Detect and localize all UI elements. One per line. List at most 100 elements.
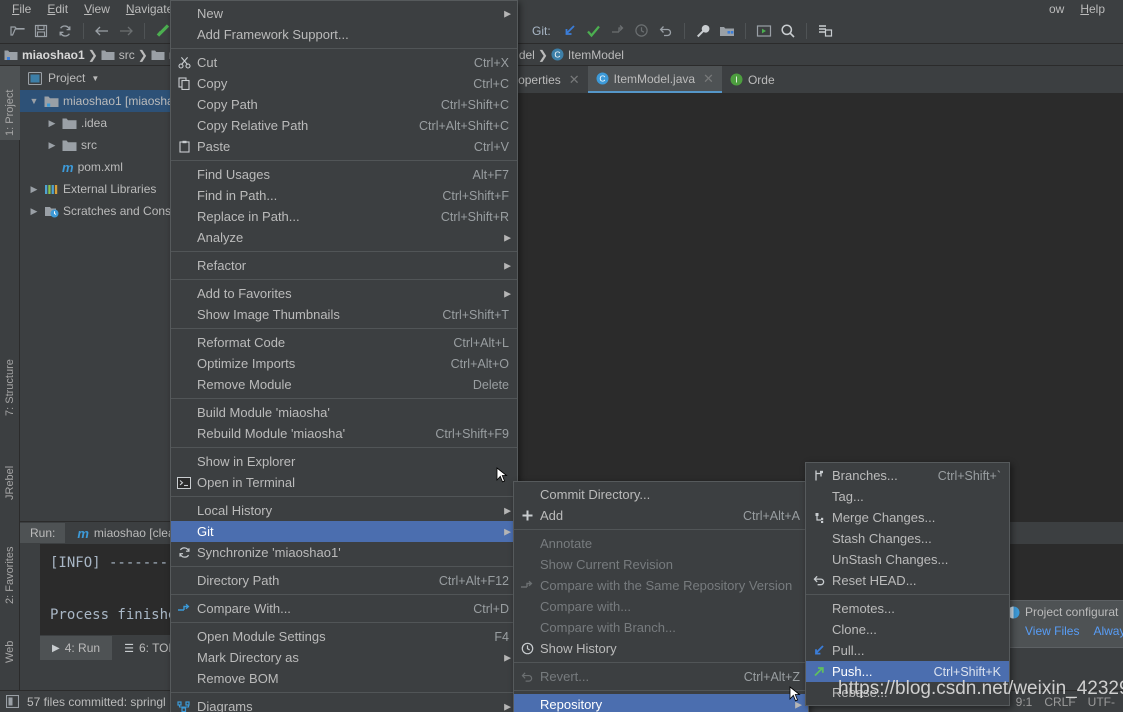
repo-menu-item-pull[interactable]: Pull... bbox=[806, 640, 1009, 661]
project-structure-icon[interactable] bbox=[716, 20, 738, 42]
menu-item-refactor[interactable]: Refactor ▶ bbox=[171, 255, 517, 276]
menu-item-directory-path[interactable]: Directory Path Ctrl+Alt+F12 bbox=[171, 570, 517, 591]
collapse-arrow-icon[interactable]: ▼ bbox=[28, 96, 40, 106]
repo-menu-item-merge-changes[interactable]: Merge Changes... bbox=[806, 507, 1009, 528]
menu-item-copy[interactable]: Copy Ctrl+C bbox=[171, 73, 517, 94]
save-icon[interactable] bbox=[30, 20, 52, 42]
breadcrumb-item-src[interactable]: src bbox=[101, 48, 135, 62]
menu-item-cut[interactable]: Cut Ctrl+X bbox=[171, 52, 517, 73]
wrench-icon[interactable] bbox=[692, 20, 714, 42]
menu-item-local-history[interactable]: Local History ▶ bbox=[171, 500, 517, 521]
menu-item-add-framework-support[interactable]: Add Framework Support... bbox=[171, 24, 517, 45]
menu-item-copy-relative-path[interactable]: Copy Relative Path Ctrl+Alt+Shift+C bbox=[171, 115, 517, 136]
menu-item-rebuild-module[interactable]: Rebuild Module 'miaosha' Ctrl+Shift+F9 bbox=[171, 423, 517, 444]
tree-node-label-2: src bbox=[81, 138, 97, 152]
menu-item-replace-in-path-shortcut: Ctrl+Shift+R bbox=[440, 209, 509, 224]
menu-item-synchronize[interactable]: Synchronize 'miaoshao1' bbox=[171, 542, 517, 563]
sidebar-item-jrebel[interactable]: JRebel bbox=[0, 438, 20, 504]
menu-item-compare-with[interactable]: Compare With... Ctrl+D bbox=[171, 598, 517, 619]
breadcrumb-right-label-0: del bbox=[518, 47, 535, 62]
breadcrumb-item-itemmodel[interactable]: C ItemModel bbox=[551, 48, 624, 62]
close-icon-3[interactable]: ✕ bbox=[569, 72, 580, 88]
menu-item-replace-in-path[interactable]: Replace in Path... Ctrl+Shift+R bbox=[171, 206, 517, 227]
git-menu-item-add[interactable]: Add Ctrl+Alt+A bbox=[514, 505, 808, 526]
repo-menu-item-branches[interactable]: Branches... Ctrl+Shift+` bbox=[806, 465, 1009, 486]
git-menu-item-revert: Revert... Ctrl+Alt+Z bbox=[514, 666, 808, 687]
menu-item-optimize-imports[interactable]: Optimize Imports Ctrl+Alt+O bbox=[171, 353, 517, 374]
tab-orde[interactable]: I Orde bbox=[722, 66, 783, 93]
menu-file[interactable]: File bbox=[4, 2, 39, 16]
git-compare-icon[interactable] bbox=[607, 20, 629, 42]
menu-item-open-module-settings[interactable]: Open Module Settings F4 bbox=[171, 626, 517, 647]
repo-menu-item-branches-label: Branches... bbox=[832, 468, 898, 483]
git-menu-item-commit-directory-label: Commit Directory... bbox=[540, 487, 651, 502]
expand-arrow-icon-3[interactable]: ▶ bbox=[28, 184, 40, 195]
menu-item-analyze[interactable]: Analyze ▶ bbox=[171, 227, 517, 248]
menu-item-open-in-terminal[interactable]: Open in Terminal bbox=[171, 472, 517, 493]
menu-separator-6 bbox=[171, 398, 517, 399]
back-arrow-icon[interactable] bbox=[91, 20, 113, 42]
menu-item-add-to-favorites[interactable]: Add to Favorites ▶ bbox=[171, 283, 517, 304]
breadcrumb-item-project[interactable]: miaoshao1 bbox=[4, 48, 85, 62]
menu-item-remove-module[interactable]: Remove Module Delete bbox=[171, 374, 517, 395]
sidebar-item-favorites[interactable]: 2: Favorites bbox=[0, 518, 20, 608]
sidebar-item-project[interactable]: 1: Project bbox=[0, 66, 20, 140]
menu-item-remove-bom[interactable]: Remove BOM bbox=[171, 668, 517, 689]
run-configuration[interactable]: m miaoshao [clear bbox=[71, 526, 178, 541]
tab-run[interactable]: ▶ 4: Run bbox=[40, 636, 113, 660]
repo-menu-item-unstash-changes[interactable]: UnStash Changes... bbox=[806, 549, 1009, 570]
repo-menu-item-stash-changes[interactable]: Stash Changes... bbox=[806, 528, 1009, 549]
git-menu-item-commit-directory[interactable]: Commit Directory... bbox=[514, 484, 808, 505]
menu-item-find-usages[interactable]: Find Usages Alt+F7 bbox=[171, 164, 517, 185]
menu-item-git[interactable]: Git ▶ bbox=[171, 521, 517, 542]
merge-icon bbox=[806, 511, 832, 524]
git-menu-item-show-history[interactable]: Show History bbox=[514, 638, 808, 659]
menu-item-mark-directory-as[interactable]: Mark Directory as ▶ bbox=[171, 647, 517, 668]
git-update-icon[interactable] bbox=[559, 20, 581, 42]
menu-view[interactable]: View bbox=[76, 2, 118, 16]
expand-arrow-icon-4[interactable]: ▶ bbox=[28, 206, 40, 217]
main-toolbar: Git: bbox=[0, 18, 1123, 44]
menu-item-copy-path[interactable]: Copy Path Ctrl+Shift+C bbox=[171, 94, 517, 115]
git-history-icon[interactable] bbox=[631, 20, 653, 42]
menu-item-find-in-path[interactable]: Find in Path... Ctrl+Shift+F bbox=[171, 185, 517, 206]
forward-arrow-icon[interactable] bbox=[115, 20, 137, 42]
git-menu-item-repository[interactable]: Repository ▶ bbox=[514, 694, 808, 712]
tab-itemmodel-java[interactable]: C ItemModel.java ✕ bbox=[587, 66, 722, 93]
menu-item-diagrams[interactable]: Diagrams ▶ bbox=[171, 696, 517, 712]
menu-help[interactable]: Help bbox=[1072, 2, 1123, 16]
repo-menu-item-reset-head[interactable]: Reset HEAD... bbox=[806, 570, 1009, 591]
expand-arrow-icon-2[interactable]: ▶ bbox=[46, 140, 58, 151]
search-icon[interactable] bbox=[777, 20, 799, 42]
menu-edit[interactable]: Edit bbox=[39, 2, 76, 16]
menu-item-show-image-thumbnails[interactable]: Show Image Thumbnails Ctrl+Shift+T bbox=[171, 304, 517, 325]
chevron-down-icon[interactable]: ▼ bbox=[91, 74, 99, 83]
close-icon-4[interactable]: ✕ bbox=[703, 71, 714, 87]
menu-item-remove-module-shortcut: Delete bbox=[472, 377, 509, 392]
menu-item-show-in-explorer[interactable]: Show in Explorer bbox=[171, 451, 517, 472]
git-revert-icon[interactable] bbox=[655, 20, 677, 42]
run-icon[interactable] bbox=[753, 20, 775, 42]
menu-item-build-module[interactable]: Build Module 'miaosha' bbox=[171, 402, 517, 423]
menu-item-paste[interactable]: Paste Ctrl+V bbox=[171, 136, 517, 157]
menu-item-reformat-code[interactable]: Reformat Code Ctrl+Alt+L bbox=[171, 332, 517, 353]
menu-window[interactable]: ow bbox=[1041, 2, 1072, 16]
menu-item-open-module-settings-shortcut: F4 bbox=[494, 629, 509, 644]
menu-item-copy-shortcut: Ctrl+C bbox=[473, 76, 509, 91]
ide-window: File Edit View Navigate C ow Help bbox=[0, 0, 1123, 712]
repo-menu-item-clone[interactable]: Clone... bbox=[806, 619, 1009, 640]
notification-balloon: Project configurat View Files Alway bbox=[1000, 600, 1123, 648]
git-commit-icon[interactable] bbox=[583, 20, 605, 42]
notification-action-always[interactable]: Alway bbox=[1093, 624, 1123, 638]
open-folder-icon[interactable] bbox=[6, 20, 28, 42]
database-icon[interactable] bbox=[814, 20, 836, 42]
notification-action-view-files[interactable]: View Files bbox=[1025, 624, 1079, 638]
sync-icon[interactable] bbox=[54, 20, 76, 42]
expand-arrow-icon[interactable]: ▶ bbox=[46, 118, 58, 129]
breadcrumb-item-del[interactable]: del bbox=[519, 48, 535, 62]
menu-item-new[interactable]: New ▶ bbox=[171, 3, 517, 24]
repo-menu-item-remotes[interactable]: Remotes... bbox=[806, 598, 1009, 619]
repo-menu-item-tag[interactable]: Tag... bbox=[806, 486, 1009, 507]
sidebar-item-structure[interactable]: 7: Structure bbox=[0, 328, 20, 420]
sidebar-item-web[interactable]: Web bbox=[0, 621, 20, 667]
